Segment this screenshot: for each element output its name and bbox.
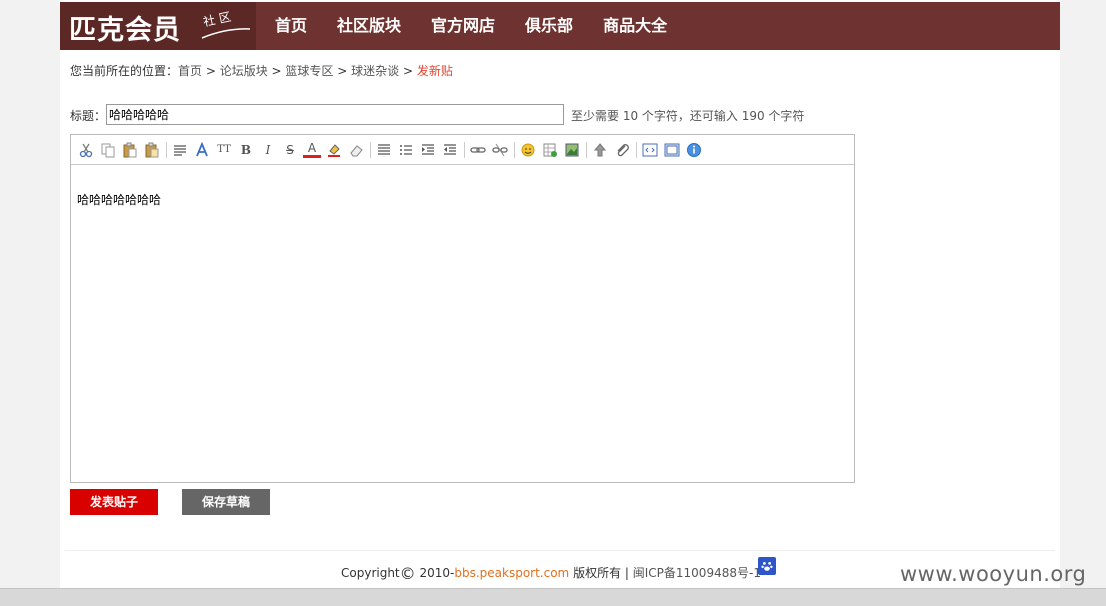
bold-icon[interactable]: B — [237, 141, 255, 159]
nav-store[interactable]: 官方网店 — [431, 2, 495, 50]
paste-text-icon[interactable] — [143, 141, 161, 159]
breadcrumb-separator: > — [333, 64, 352, 78]
cut-icon[interactable] — [77, 141, 95, 159]
breadcrumb-home[interactable]: 首页 — [178, 64, 202, 78]
strikethrough-icon[interactable]: S — [281, 141, 299, 159]
indent-icon[interactable] — [419, 141, 437, 159]
logo-text: 匹克会员 — [69, 15, 181, 46]
table-icon[interactable] — [541, 141, 559, 159]
toolbar-separator — [636, 141, 637, 158]
watermark-text: www.wooyun.org — [900, 562, 1087, 586]
font-style-icon[interactable] — [193, 141, 211, 159]
nav-club[interactable]: 俱乐部 — [525, 2, 573, 50]
main-nav: 首页 社区版块 官方网店 俱乐部 商品大全 — [275, 2, 697, 50]
copyright-symbol: © — [399, 564, 416, 583]
title-input[interactable] — [106, 104, 564, 125]
page-container: 匹克会员 社区 首页 社区版块 官方网店 俱乐部 商品大全 您当前所在的位置：首… — [60, 0, 1060, 588]
source-code-icon[interactable] — [641, 141, 659, 159]
list-icon[interactable] — [397, 141, 415, 159]
footer-divider — [65, 550, 1055, 551]
align-icon[interactable] — [375, 141, 393, 159]
logo-swoosh-icon — [201, 28, 251, 39]
eraser-icon[interactable] — [347, 141, 365, 159]
font-color-icon[interactable]: A — [303, 141, 321, 158]
breadcrumb-current: 发新贴 — [416, 64, 453, 78]
rich-text-editor: TT B I S A 哈哈哈哈哈哈哈 — [70, 134, 855, 483]
font-size-icon[interactable]: TT — [215, 141, 233, 159]
breadcrumb-separator: > — [202, 64, 220, 78]
breadcrumb-forum[interactable]: 论坛版块 — [220, 64, 268, 78]
baidu-paw-icon[interactable] — [758, 557, 776, 575]
site-link[interactable]: bbs.peaksport.com — [454, 566, 569, 580]
title-char-hint: 至少需要 10 个字符，还可输入 190 个字符 — [571, 109, 805, 123]
about-icon[interactable] — [685, 141, 703, 159]
save-draft-button[interactable]: 保存草稿 — [182, 489, 270, 515]
icp-link[interactable]: 闽ICP备11009488号-1 — [633, 566, 761, 580]
submit-post-button[interactable]: 发表贴子 — [70, 489, 158, 515]
italic-icon[interactable]: I — [259, 141, 277, 159]
site-logo[interactable]: 匹克会员 社区 — [60, 2, 256, 50]
footer-copyright: Copyright© 2010-bbs.peaksport.com 版权所有 |… — [341, 564, 761, 583]
editor-content[interactable]: 哈哈哈哈哈哈哈 — [77, 191, 161, 208]
copyright-year: 2010- — [419, 566, 455, 580]
highlight-icon[interactable] — [325, 141, 343, 159]
nav-home[interactable]: 首页 — [275, 2, 307, 50]
breadcrumb-prefix: 您当前所在的位置： — [70, 64, 179, 78]
fullscreen-icon[interactable] — [663, 141, 681, 159]
site-header: 匹克会员 社区 首页 社区版块 官方网店 俱乐部 商品大全 — [60, 2, 1060, 50]
paste-icon[interactable] — [121, 141, 139, 159]
toolbar-separator — [586, 141, 587, 158]
toolbar-separator — [514, 141, 515, 158]
editor-toolbar: TT B I S A — [71, 135, 854, 165]
outdent-icon[interactable] — [441, 141, 459, 159]
breadcrumb-fan-talk[interactable]: 球迷杂谈 — [351, 64, 399, 78]
nav-products[interactable]: 商品大全 — [603, 2, 667, 50]
breadcrumb: 您当前所在的位置：首页 > 论坛版块 > 篮球专区 > 球迷杂谈 > 发新贴 — [70, 62, 453, 79]
title-label: 标题： — [70, 109, 107, 123]
font-family-icon[interactable] — [171, 141, 189, 159]
copy-icon[interactable] — [99, 141, 117, 159]
attachment-icon[interactable] — [613, 141, 631, 159]
copyright-rights: 版权所有 | — [569, 566, 633, 580]
browser-bottom-bar — [0, 588, 1106, 606]
image-icon[interactable] — [563, 141, 581, 159]
breadcrumb-basketball[interactable]: 篮球专区 — [285, 64, 333, 78]
toolbar-separator — [464, 141, 465, 158]
unlink-icon[interactable] — [491, 141, 509, 159]
copyright-text: Copyright — [341, 566, 400, 580]
upload-icon[interactable] — [591, 141, 609, 159]
breadcrumb-separator: > — [267, 64, 286, 78]
breadcrumb-separator: > — [399, 64, 417, 78]
emoticon-icon[interactable] — [519, 141, 537, 159]
nav-community[interactable]: 社区版块 — [337, 2, 401, 50]
link-icon[interactable] — [469, 141, 487, 159]
toolbar-separator — [370, 141, 371, 158]
toolbar-separator — [166, 141, 167, 158]
